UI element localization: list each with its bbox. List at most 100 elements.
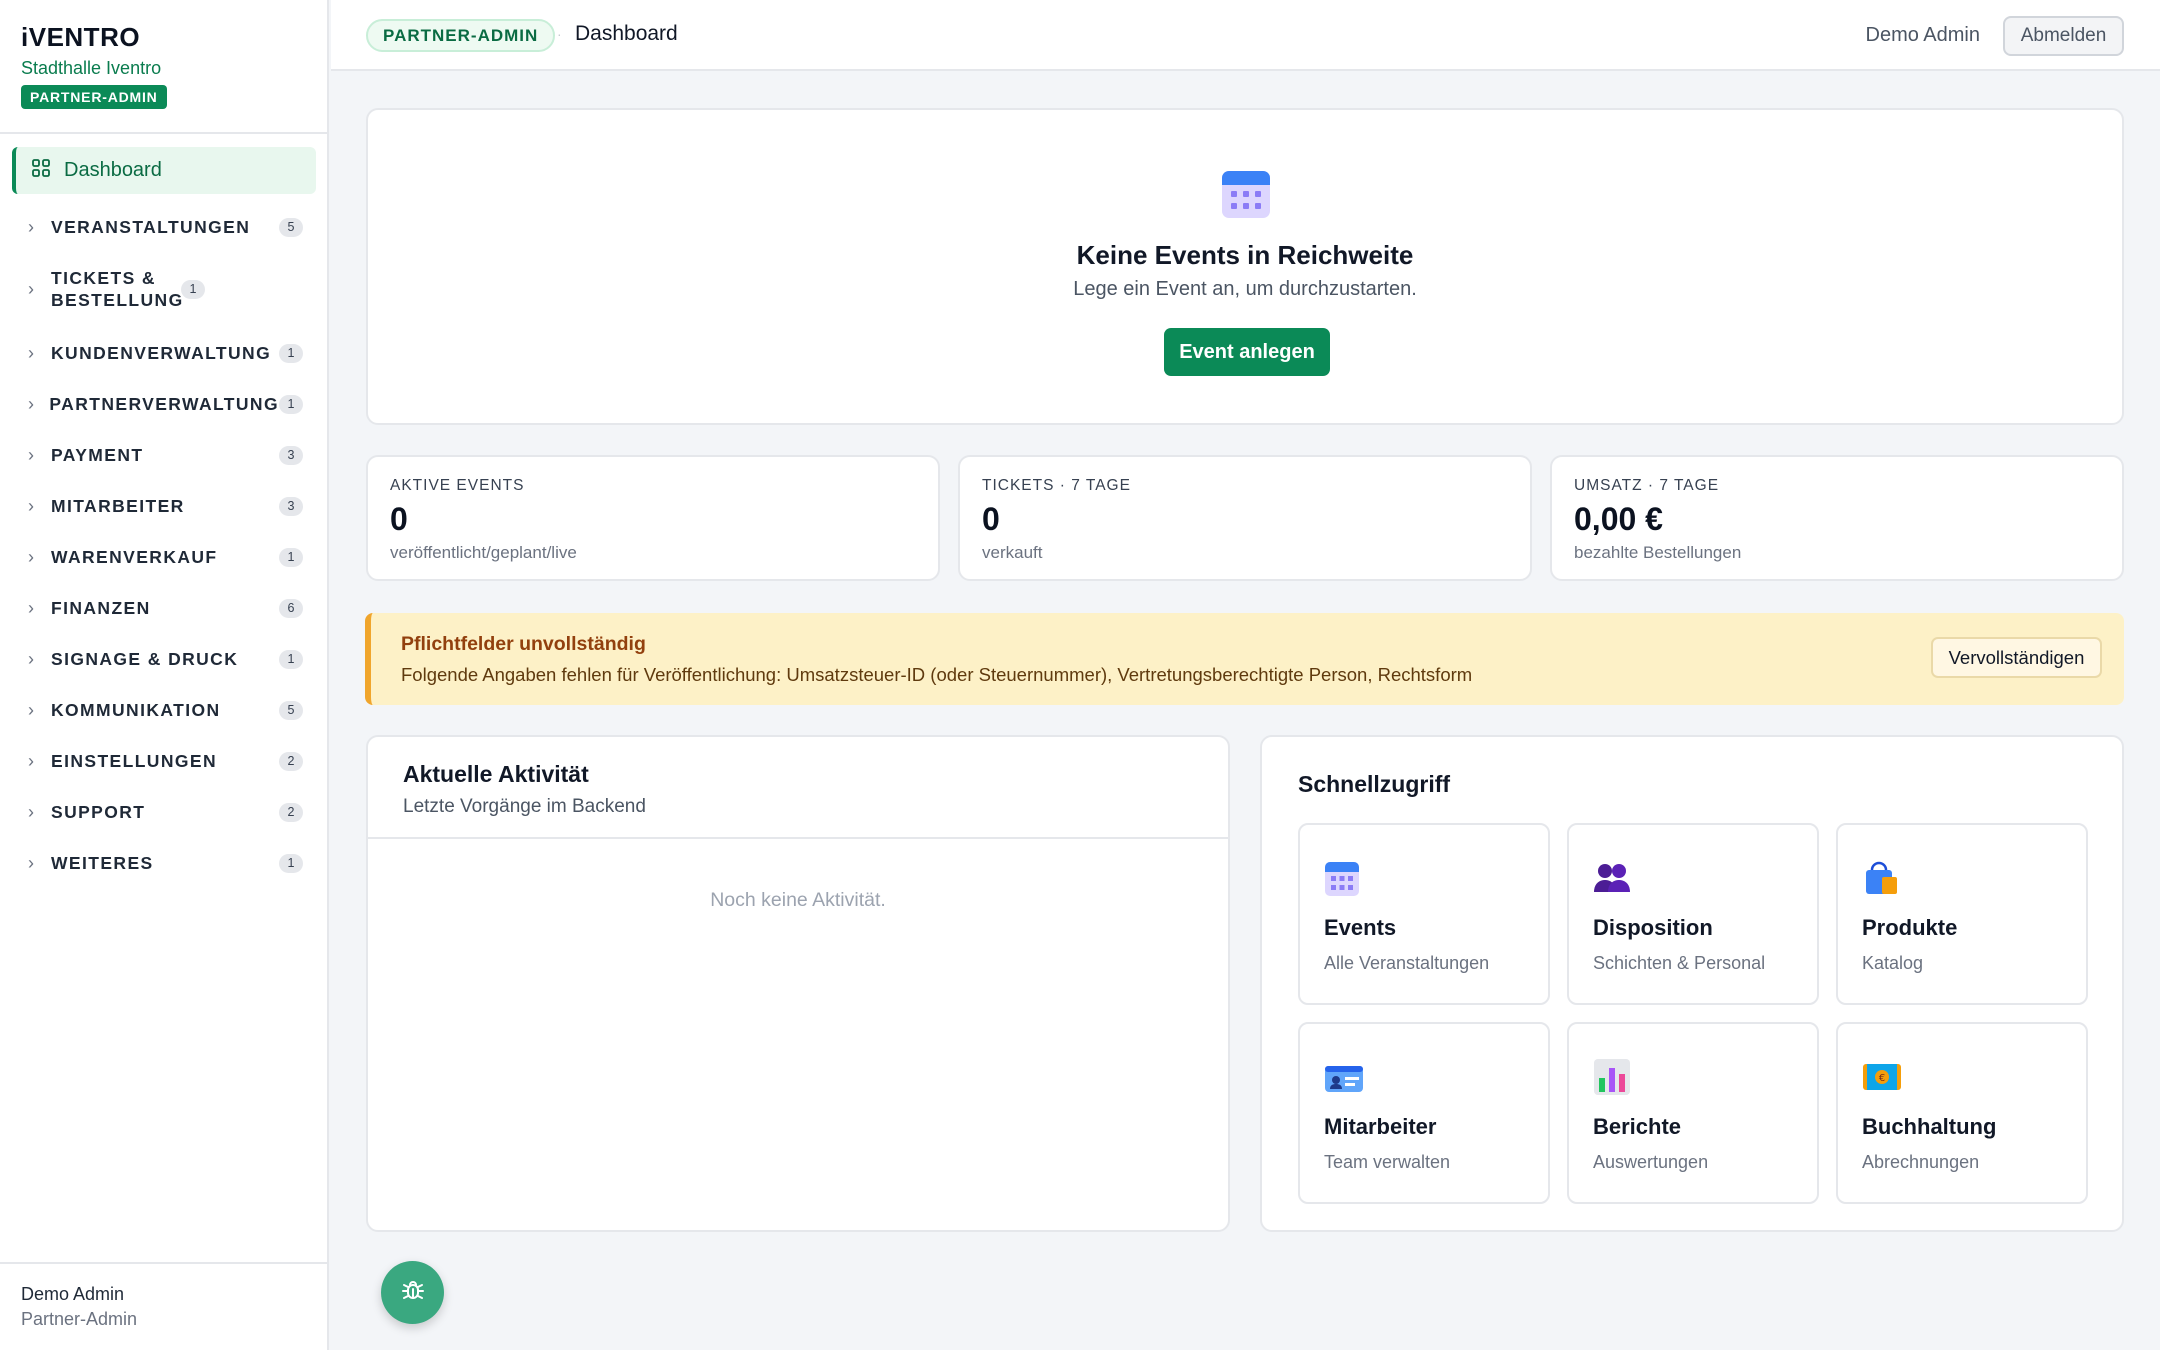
sidebar-item-label: SIGNAGE & DRUCK bbox=[51, 649, 239, 669]
sidebar-item-einstellungen[interactable]: › EINSTELLUNGEN 2 bbox=[28, 750, 303, 772]
empty-events-card: Keine Events in Reichweite Lege ein Even… bbox=[366, 108, 2124, 425]
tile-title: Buchhaltung bbox=[1862, 1114, 1997, 1139]
sidebar-item-label: MITARBEITER bbox=[51, 496, 185, 516]
sidebar-item-label: KUNDENVERWALTUNG bbox=[51, 343, 272, 363]
stat-value: 0,00 € bbox=[1574, 501, 1663, 537]
sidebar-divider bbox=[0, 132, 327, 134]
quick-tile-produkte[interactable]: Produkte Katalog bbox=[1836, 823, 2088, 1005]
sidebar-item-kommunikation[interactable]: › KOMMUNIKATION 5 bbox=[28, 699, 303, 721]
count-badge: 3 bbox=[279, 496, 303, 516]
bug-report-button[interactable] bbox=[381, 1261, 444, 1324]
sidebar-item-mitarbeiter[interactable]: › MITARBEITER 3 bbox=[28, 495, 303, 517]
stat-hint: bezahlte Bestellungen bbox=[1574, 543, 1742, 562]
tile-title: Produkte bbox=[1862, 915, 1958, 940]
sidebar-item-tickets[interactable]: › TICKETS & BESTELLUNG 1 bbox=[28, 267, 303, 311]
tile-subtitle: Alle Veranstaltungen bbox=[1324, 953, 1490, 973]
count-badge: 1 bbox=[279, 394, 303, 414]
id-card-icon bbox=[1324, 1058, 1364, 1099]
alert-text: Folgende Angaben fehlen für Veröffentlic… bbox=[401, 664, 1473, 685]
activity-card: Aktuelle Aktivität Letzte Vorgänge im Ba… bbox=[366, 735, 1230, 1232]
count-badge: 2 bbox=[279, 802, 303, 822]
sidebar-item-signage[interactable]: › SIGNAGE & DRUCK 1 bbox=[28, 648, 303, 670]
quick-tile-buchhaltung[interactable]: € Buchhaltung Abrechnungen bbox=[1836, 1022, 2088, 1204]
role-badge: PARTNER-ADMIN bbox=[21, 85, 167, 109]
sidebar-item-label: EINSTELLUNGEN bbox=[51, 751, 217, 771]
sidebar-item-label: WEITERES bbox=[51, 853, 154, 873]
sidebar-item-warenverkauf[interactable]: › WARENVERKAUF 1 bbox=[28, 546, 303, 568]
calendar-icon bbox=[1221, 167, 1271, 224]
shopping-bag-icon bbox=[1862, 859, 1900, 902]
chevron-right-icon: › bbox=[28, 852, 34, 873]
count-badge: 1 bbox=[279, 343, 303, 363]
chevron-right-icon: › bbox=[28, 597, 34, 618]
sidebar-item-dashboard[interactable]: Dashboard bbox=[12, 147, 316, 194]
count-badge: 1 bbox=[181, 279, 205, 299]
tile-title: Berichte bbox=[1593, 1114, 1682, 1139]
stat-hint: verkauft bbox=[982, 543, 1043, 562]
stat-value: 0 bbox=[982, 501, 1000, 537]
complete-button[interactable]: Vervollständigen bbox=[1931, 637, 2102, 678]
create-event-button[interactable]: Event anlegen bbox=[1164, 328, 1330, 376]
sidebar-item-label: SUPPORT bbox=[51, 802, 146, 822]
sidebar: iVENTRO Stadthalle Iventro PARTNER-ADMIN… bbox=[0, 0, 329, 1350]
count-badge: 5 bbox=[279, 700, 303, 720]
role-badge: PARTNER-ADMIN bbox=[366, 19, 556, 52]
calendar-icon bbox=[1324, 859, 1360, 902]
page-title: Dashboard bbox=[575, 22, 678, 45]
quick-tile-disposition[interactable]: Disposition Schichten & Personal bbox=[1567, 823, 1819, 1005]
tile-title: Mitarbeiter bbox=[1324, 1114, 1437, 1139]
stat-card-tickets: TICKETS · 7 TAGE 0 verkauft bbox=[958, 455, 1532, 581]
sidebar-item-weiteres[interactable]: › WEITERES 1 bbox=[28, 852, 303, 874]
venue-name: Stadthalle Iventro bbox=[21, 58, 162, 78]
sidebar-item-label: TICKETS & BESTELLUNG bbox=[51, 268, 184, 310]
count-badge: 1 bbox=[279, 547, 303, 567]
chevron-right-icon: › bbox=[28, 393, 34, 414]
chevron-right-icon: › bbox=[28, 750, 34, 771]
people-icon bbox=[1593, 859, 1631, 900]
sidebar-item-label: VERANSTALTUNGEN bbox=[51, 217, 251, 237]
sidebar-item-veranstaltungen[interactable]: › VERANSTALTUNGEN 5 bbox=[28, 216, 303, 238]
sidebar-item-label: PARTNERVERWALTUNG bbox=[49, 394, 279, 414]
chevron-right-icon: › bbox=[28, 495, 34, 516]
count-badge: 2 bbox=[279, 751, 303, 771]
stat-label: AKTIVE EVENTS bbox=[390, 477, 525, 494]
stat-value: 0 bbox=[390, 501, 408, 537]
sidebar-item-support[interactable]: › SUPPORT 2 bbox=[28, 801, 303, 823]
quick-tile-mitarbeiter[interactable]: Mitarbeiter Team verwalten bbox=[1298, 1022, 1550, 1204]
sidebar-item-label: KOMMUNIKATION bbox=[51, 700, 221, 720]
sidebar-item-partnerverwaltung[interactable]: › PARTNERVERWALTUNG 1 bbox=[28, 393, 303, 415]
stat-label: UMSATZ · 7 TAGE bbox=[1574, 477, 1720, 494]
chevron-right-icon: › bbox=[28, 444, 34, 465]
sidebar-item-kundenverwaltung[interactable]: › KUNDENVERWALTUNG 1 bbox=[28, 342, 303, 364]
tile-title: Events bbox=[1324, 915, 1397, 940]
brand-logo[interactable]: iVENTRO bbox=[21, 22, 167, 52]
svg-text:€: € bbox=[1879, 1073, 1885, 1084]
chevron-right-icon: › bbox=[28, 216, 34, 237]
count-badge: 5 bbox=[279, 217, 303, 237]
alert-title: Pflichtfelder unvollständig bbox=[401, 633, 646, 655]
warning-alert: Pflichtfelder unvollständig Folgende Ang… bbox=[365, 613, 2124, 705]
logout-button[interactable]: Abmelden bbox=[2003, 16, 2124, 56]
quick-tile-events[interactable]: Events Alle Veranstaltungen bbox=[1298, 823, 1550, 1005]
activity-title: Aktuelle Aktivität bbox=[403, 761, 589, 787]
count-badge: 1 bbox=[279, 649, 303, 669]
chevron-right-icon: › bbox=[28, 278, 34, 299]
tile-title: Disposition bbox=[1593, 915, 1713, 940]
chevron-right-icon: › bbox=[28, 801, 34, 822]
sidebar-item-payment[interactable]: › PAYMENT 3 bbox=[28, 444, 303, 466]
stat-card-active-events: AKTIVE EVENTS 0 veröffentlicht/geplant/l… bbox=[366, 455, 940, 581]
stat-hint: veröffentlicht/geplant/live bbox=[390, 543, 577, 562]
count-badge: 1 bbox=[279, 853, 303, 873]
chevron-right-icon: › bbox=[28, 648, 34, 669]
sidebar-user: Demo Admin Partner-Admin bbox=[0, 1262, 327, 1350]
breadcrumb-separator: · bbox=[557, 26, 562, 42]
bug-icon bbox=[400, 1277, 426, 1308]
tile-subtitle: Schichten & Personal bbox=[1593, 953, 1766, 973]
quick-tile-berichte[interactable]: Berichte Auswertungen bbox=[1567, 1022, 1819, 1204]
sidebar-item-finanzen[interactable]: › FINANZEN 6 bbox=[28, 597, 303, 619]
tile-subtitle: Team verwalten bbox=[1324, 1152, 1451, 1172]
bar-chart-icon bbox=[1593, 1058, 1631, 1101]
grid-icon bbox=[32, 159, 50, 182]
sidebar-item-label: Dashboard bbox=[64, 159, 162, 181]
count-badge: 3 bbox=[279, 445, 303, 465]
